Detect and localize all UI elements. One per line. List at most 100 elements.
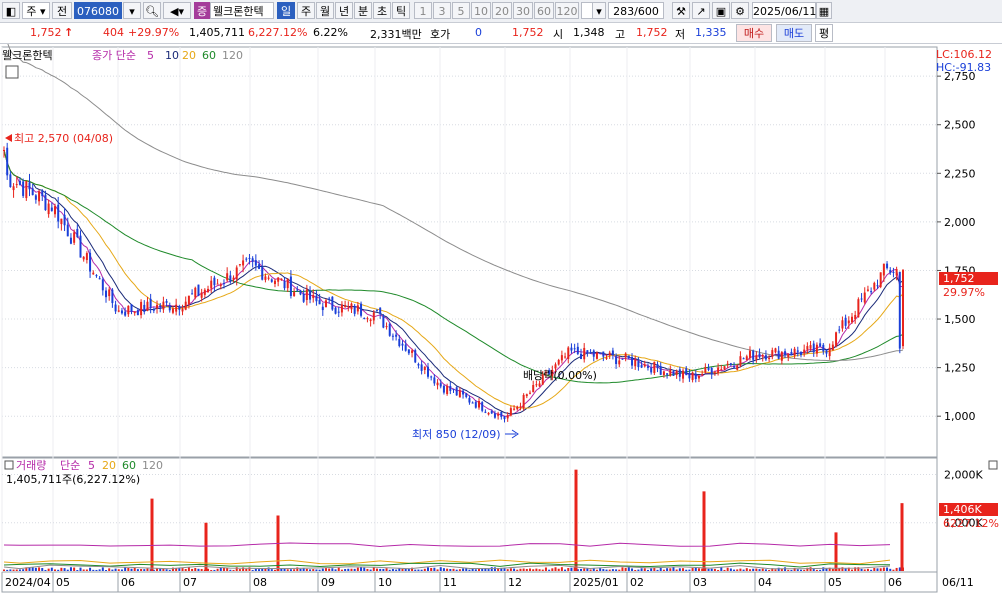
- volume-bar: [493, 567, 496, 571]
- volume-bar: [570, 567, 573, 571]
- candle-body: [398, 338, 401, 346]
- volume-bar: [197, 568, 200, 571]
- period-minute[interactable]: 분: [354, 2, 372, 19]
- volume-bar: [238, 569, 241, 571]
- stock-chart[interactable]: 1,0001,2501,5001,7502,0002,2502,5002,750…: [0, 44, 1002, 594]
- eval-button[interactable]: 평: [815, 24, 833, 42]
- layout-icon[interactable]: ◧: [2, 2, 20, 19]
- interval-20[interactable]: 20: [492, 2, 512, 19]
- volume-spike: [702, 491, 706, 571]
- volume-bar: [85, 569, 88, 571]
- candle-body: [643, 364, 646, 367]
- code-input[interactable]: 076080: [74, 2, 122, 19]
- gear-icon[interactable]: ⚙: [731, 2, 749, 19]
- up-arrow-icon: ↑: [64, 26, 74, 39]
- draw-tool-icon[interactable]: ↗: [692, 2, 710, 19]
- volume-bar: [669, 568, 672, 571]
- volume-bar: [838, 568, 841, 571]
- candle-body: [799, 351, 802, 355]
- volume-bar: [580, 568, 583, 571]
- period-month[interactable]: 월: [316, 2, 334, 19]
- period-week[interactable]: 주: [297, 2, 315, 19]
- interval-120[interactable]: 120: [555, 2, 579, 19]
- candle-body: [178, 306, 181, 310]
- volume-bar: [532, 569, 535, 571]
- candle-body: [889, 269, 892, 273]
- volume-bar: [426, 567, 429, 571]
- candle-body: [774, 348, 777, 353]
- x-tick-label: 02: [630, 576, 644, 589]
- candle-body: [12, 186, 15, 191]
- candle-body: [873, 282, 876, 290]
- volume-bar: [548, 569, 551, 571]
- volume-bar: [567, 568, 570, 571]
- interval-1[interactable]: 1: [414, 2, 432, 19]
- candle-body: [149, 298, 152, 308]
- x-tick-label: 2024/04: [5, 576, 51, 589]
- close-icon[interactable]: [988, 460, 998, 470]
- candle-body: [822, 344, 825, 352]
- candle-body: [688, 373, 691, 379]
- volume-bar: [752, 568, 755, 571]
- candle-body: [618, 360, 621, 365]
- period-day[interactable]: 일: [277, 2, 295, 19]
- candle-body: [309, 290, 312, 300]
- mode-label: 주: [26, 5, 37, 18]
- candle-body: [143, 304, 146, 312]
- candle-body: [264, 276, 267, 280]
- volume-bar: [468, 569, 471, 571]
- volume-bar: [232, 569, 235, 571]
- period-year[interactable]: 년: [335, 2, 353, 19]
- period-second[interactable]: 초: [373, 2, 391, 19]
- speaker-icon[interactable]: ◀▾: [163, 2, 191, 19]
- interval-10[interactable]: 10: [471, 2, 491, 19]
- interval-30[interactable]: 30: [513, 2, 533, 19]
- lc-readout: LC:106.12: [936, 48, 992, 61]
- save-icon[interactable]: ▣: [712, 2, 730, 19]
- volume-bar: [136, 569, 139, 571]
- volume-bar: [184, 568, 187, 571]
- candle-body: [9, 174, 12, 188]
- x-tick-label: 05: [56, 576, 70, 589]
- candle-body: [95, 275, 98, 277]
- high-annotation: 최고 2,570 (04/08): [14, 132, 113, 145]
- volume-pane-icon[interactable]: [4, 460, 14, 470]
- calendar-icon[interactable]: ▦: [816, 2, 832, 19]
- buy-button[interactable]: 매수: [736, 24, 772, 42]
- interval-dropdown-icon[interactable]: ▾: [592, 2, 606, 19]
- candle-body: [462, 390, 465, 395]
- candle-body: [254, 260, 257, 266]
- candle-body: [136, 310, 139, 316]
- date-input[interactable]: 2025/06/11: [752, 2, 816, 19]
- mode-select[interactable]: 주 ▾: [22, 2, 50, 19]
- volume-bar: [697, 568, 700, 571]
- candle-body: [133, 311, 136, 314]
- interval-3[interactable]: 3: [433, 2, 451, 19]
- sell-button[interactable]: 매도: [776, 24, 812, 42]
- candle-body: [436, 382, 439, 386]
- period-tick[interactable]: 틱: [392, 2, 410, 19]
- candle-body: [63, 214, 66, 226]
- volume-bar: [646, 569, 649, 571]
- volume-bar: [522, 568, 525, 571]
- volume-bar: [324, 568, 327, 571]
- interval-5[interactable]: 5: [452, 2, 470, 19]
- grid-toggle-icon[interactable]: [5, 65, 19, 79]
- candle-body: [66, 224, 69, 237]
- volume-bar: [790, 569, 793, 571]
- candle-body: [723, 366, 726, 370]
- x-tick-label: 06: [888, 576, 902, 589]
- code-dropdown-icon[interactable]: ▾: [123, 2, 141, 19]
- volume-bar: [146, 568, 149, 571]
- y-tick-label: 2,000: [944, 216, 976, 229]
- volume-spike: [204, 522, 208, 571]
- volume-bar: [315, 569, 318, 571]
- prev-button[interactable]: 전: [52, 2, 72, 19]
- interval-60[interactable]: 60: [534, 2, 554, 19]
- candle-settings-icon[interactable]: ⚒: [672, 2, 690, 19]
- candle-body: [54, 206, 57, 215]
- candle-body: [748, 350, 751, 358]
- candle-body: [554, 364, 557, 369]
- search-icon[interactable]: 🔍︎: [143, 2, 161, 19]
- candle-body: [111, 289, 114, 304]
